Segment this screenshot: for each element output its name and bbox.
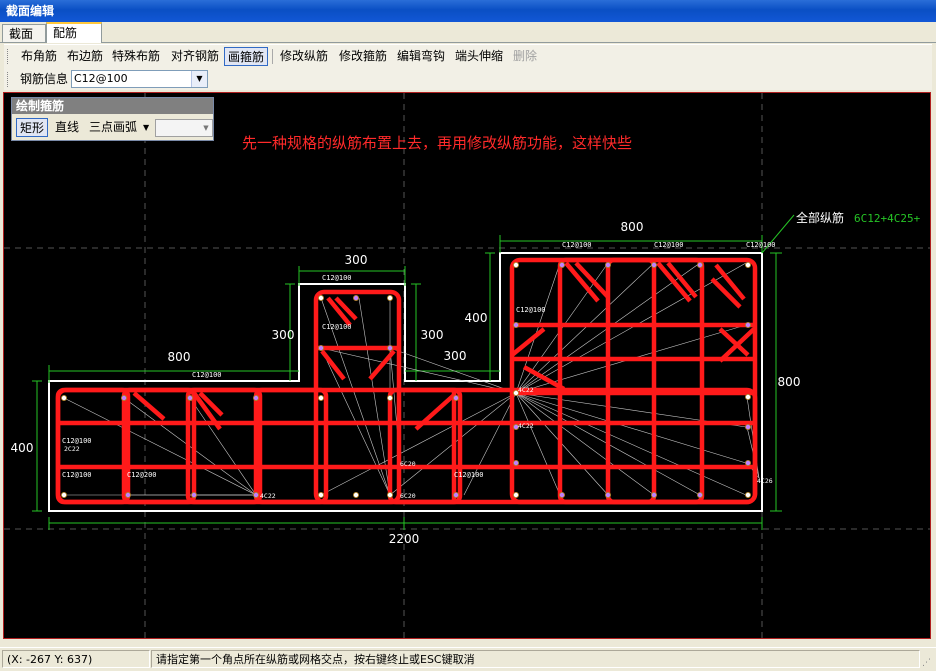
stirrup-label: C12@100 [746, 241, 776, 249]
stirrup-label: C12@100 [654, 241, 684, 249]
three-point-arc-button[interactable]: 三点画弧 [86, 118, 140, 137]
arc-options-dropdown-icon[interactable]: ▼ [140, 118, 152, 137]
edit-stirrup-button[interactable]: 修改箍筋 [336, 47, 390, 66]
construction-lines [4, 93, 930, 638]
edge-bar-button[interactable]: 布边筋 [64, 47, 106, 66]
bar-label: 4C22 [260, 492, 276, 500]
command-prompt: 请指定第一个角点所在纵筋或网格交点，按右键终止或ESC键取消 [151, 650, 920, 668]
bar-label: 4C26 [757, 477, 773, 485]
toolbar-separator [272, 49, 273, 64]
dimension-left-height: 400 [11, 441, 34, 455]
window-title: 截面编辑 [0, 0, 936, 22]
rebar-toolbar: 布角筋 布边筋 特殊布筋 对齐钢筋 画箍筋 修改纵筋 修改箍筋 编辑弯钩 端头伸… [4, 44, 932, 69]
dimension-right-block-height: 800 [778, 375, 801, 389]
dimension-total-width: 2200 [389, 532, 420, 546]
dimension-tab-right: 300 [421, 328, 444, 342]
delete-button[interactable]: 删除 [510, 47, 540, 66]
stirrup-label: C12@100 [62, 437, 92, 445]
draw-stirrup-panel-title[interactable]: 绘制箍筋 [12, 98, 213, 114]
rectangle-mode-button[interactable]: 矩形 [16, 118, 49, 137]
section-drawing: 先一种规格的纵筋布置上去，再用修改纵筋功能，这样快些 全部纵筋 6C12+4C2… [4, 93, 930, 638]
end-extend-button[interactable]: 端头伸缩 [452, 47, 506, 66]
dimension-right-block-width: 800 [621, 220, 644, 234]
canvas-note: 先一种规格的纵筋布置上去，再用修改纵筋功能，这样快些 [242, 134, 632, 152]
rebar-info-bar: 钢筋信息 C12@100 ▼ [4, 68, 932, 90]
arc-options-combo[interactable]: ▼ [155, 119, 213, 137]
special-bar-button[interactable]: 特殊布筋 [109, 47, 163, 66]
toolbar-grip[interactable] [7, 49, 10, 64]
dimension-left-wing-width: 800 [168, 350, 191, 364]
toolbar-grip[interactable] [7, 72, 10, 87]
draw-stirrup-panel: 绘制箍筋 矩形 直线 三点画弧 ▼ ▼ [11, 97, 214, 141]
chevron-down-icon[interactable]: ▼ [191, 71, 207, 87]
stirrup-label: C12@100 [454, 471, 484, 479]
bar-label: 2C22 [64, 445, 80, 453]
stirrup-label: C12@100 [192, 371, 222, 379]
bar-label: 4C22 [518, 422, 534, 430]
line-mode-button[interactable]: 直线 [52, 118, 82, 137]
corner-bar-button[interactable]: 布角筋 [18, 47, 60, 66]
rebar-info-select[interactable]: C12@100 ▼ [71, 70, 208, 88]
bar-label: 6C20 [400, 492, 416, 500]
rebar-info-value: C12@100 [74, 72, 128, 85]
longitudinal-value: 6C12+4C25+ [854, 212, 921, 225]
dimension-tab-bottom-right: 300 [444, 349, 467, 363]
tab-bar: 截面 配筋 [0, 22, 936, 43]
rebar-info-label: 钢筋信息 [20, 72, 69, 86]
stirrup-label: C12@100 [322, 274, 352, 282]
chevron-down-icon[interactable]: ▼ [200, 120, 212, 136]
stirrup-label: C12@100 [562, 241, 592, 249]
tab-section[interactable]: 截面 [2, 24, 46, 42]
stirrup-label: C12@100 [322, 323, 352, 331]
longitudinal-label: 全部纵筋 [796, 210, 844, 225]
bar-label: 6C20 [400, 460, 416, 468]
draw-stirrup-button[interactable]: 画箍筋 [224, 47, 269, 66]
stirrup-label: C12@100 [62, 471, 92, 479]
dimension-right-upper: 400 [465, 311, 488, 325]
edit-longitudinal-button[interactable]: 修改纵筋 [277, 47, 331, 66]
bar-labels: 6C20 6C20 4C22 2C22 4C22 4C26 4C22 [64, 386, 773, 500]
status-bar: (X: -267 Y: 637) 请指定第一个角点所在纵筋或网格交点，按右键终止… [0, 647, 936, 671]
resize-grip-icon[interactable]: ⋰ [922, 657, 934, 669]
stirrup-label: C12@200 [127, 471, 157, 479]
edit-hook-button[interactable]: 编辑弯钩 [394, 47, 448, 66]
bar-label: 4C22 [518, 386, 534, 394]
dimension-tab-width: 300 [345, 253, 368, 267]
dimension-tab-left: 300 [272, 328, 295, 342]
stirrup-label: C12@100 [516, 306, 546, 314]
coordinate-readout: (X: -267 Y: 637) [2, 650, 150, 668]
drawing-canvas[interactable]: 先一种规格的纵筋布置上去，再用修改纵筋功能，这样快些 全部纵筋 6C12+4C2… [3, 92, 931, 639]
tab-reinforcement[interactable]: 配筋 [46, 22, 102, 43]
align-bar-button[interactable]: 对齐钢筋 [168, 47, 222, 66]
